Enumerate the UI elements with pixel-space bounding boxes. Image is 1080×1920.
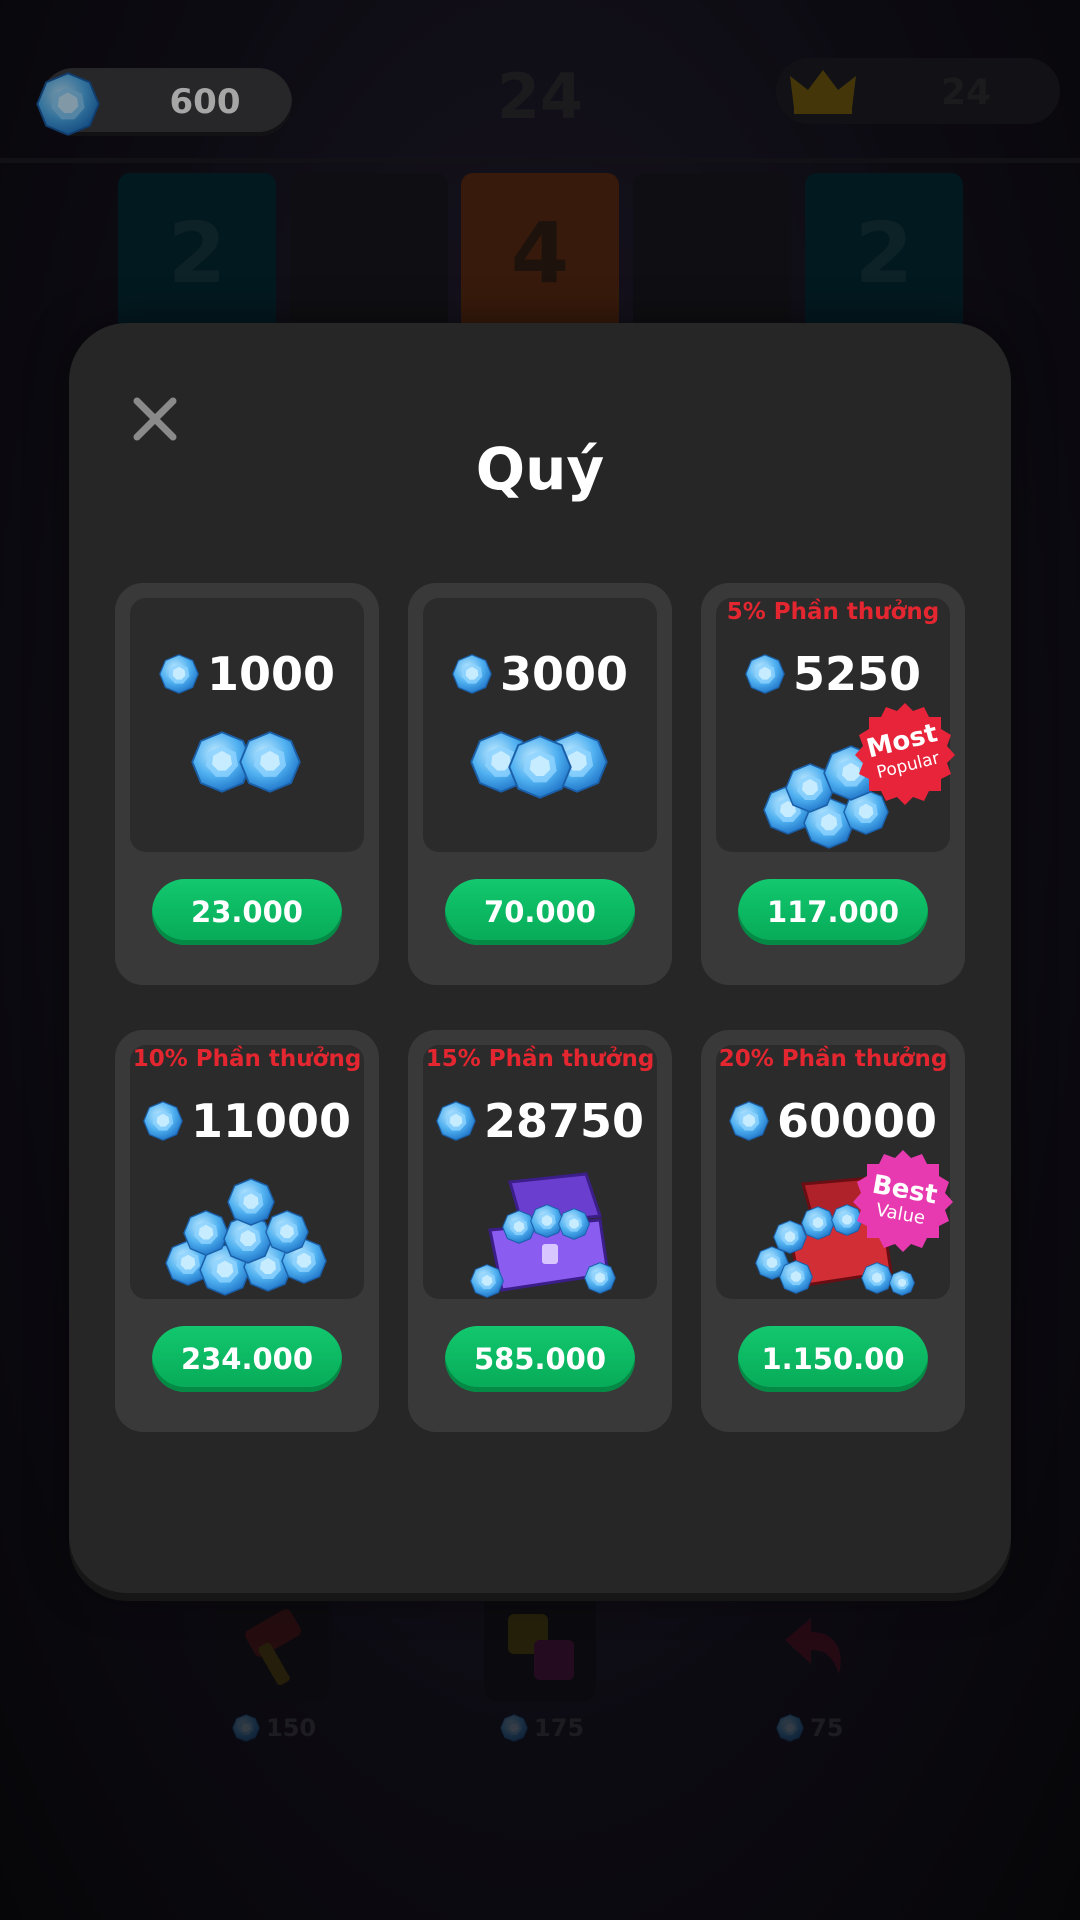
- buy-button[interactable]: 70.000: [445, 879, 635, 945]
- pack-amount-value: 11000: [190, 1094, 352, 1148]
- gem-pack-card[interactable]: 15% Phần thưởng 28750 585.000: [408, 1030, 672, 1432]
- pack-amount-value: 1000: [206, 647, 336, 701]
- pack-amount-value: 3000: [499, 647, 629, 701]
- pack-amount-value: 28750: [483, 1094, 645, 1148]
- buy-button[interactable]: 23.000: [152, 879, 342, 945]
- pack-amount-value: 5250: [792, 647, 922, 701]
- bonus-label: 20% Phần thưởng: [718, 1046, 948, 1072]
- pack-amount: 11000: [115, 1094, 379, 1148]
- buy-button[interactable]: 1.150.00: [738, 1326, 928, 1392]
- modal-title: Quý: [475, 435, 605, 503]
- buy-button[interactable]: 585.000: [445, 1326, 635, 1392]
- bonus-label: 10% Phần thưởng: [132, 1046, 362, 1072]
- pack-amount-value: 60000: [776, 1094, 938, 1148]
- gem-shop-modal: Quý 1000 23.000 3000 70.000 5% Phần thưở…: [69, 323, 1011, 1593]
- gem-icon: [729, 1101, 769, 1141]
- gem-icon: [745, 654, 785, 694]
- gem-pack-card[interactable]: 1000 23.000: [115, 583, 379, 985]
- gem-icon: [452, 654, 492, 694]
- gem-pile-icon: [115, 1170, 379, 1300]
- three-gems-icon: [408, 723, 672, 853]
- buy-button[interactable]: 234.000: [152, 1326, 342, 1392]
- most-popular-badge: Most Popular: [855, 703, 955, 805]
- bonus-label: 15% Phần thưởng: [425, 1046, 655, 1072]
- gem-pack-card[interactable]: 3000 70.000: [408, 583, 672, 985]
- gem-pack-card[interactable]: 5% Phần thưởng 5250 Most Popular 117.000: [701, 583, 965, 985]
- gem-pack-card[interactable]: 20% Phần thưởng 60000 Best Value 1.150.0…: [701, 1030, 965, 1432]
- two-gems-icon: [115, 723, 379, 853]
- pack-amount: 3000: [408, 647, 672, 701]
- purple-chest-icon: [408, 1170, 672, 1300]
- gem-icon: [143, 1101, 183, 1141]
- buy-button[interactable]: 117.000: [738, 879, 928, 945]
- pack-amount: 1000: [115, 647, 379, 701]
- gem-icon: [159, 654, 199, 694]
- pack-amount: 60000: [701, 1094, 965, 1148]
- best-value-badge: Best Value: [853, 1150, 953, 1252]
- pack-amount: 28750: [408, 1094, 672, 1148]
- pack-amount: 5250: [701, 647, 965, 701]
- bonus-label: 5% Phần thưởng: [726, 599, 940, 625]
- gem-pack-card[interactable]: 10% Phần thưởng 11000 234.000: [115, 1030, 379, 1432]
- gem-icon: [436, 1101, 476, 1141]
